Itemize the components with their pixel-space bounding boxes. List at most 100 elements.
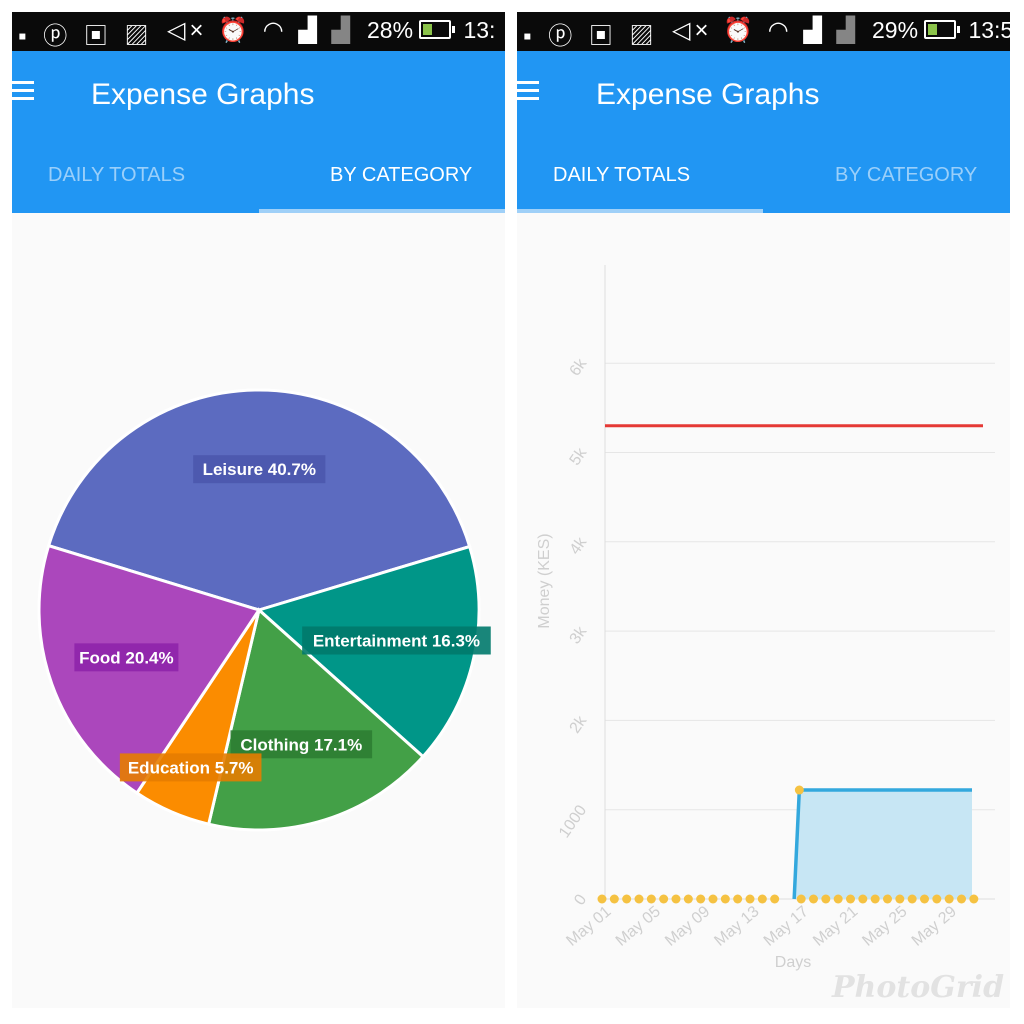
y-tick-label: 5k <box>567 444 591 468</box>
photogrid-watermark: PhotoGrid <box>832 970 1005 1005</box>
status-bar: ▪ ⓟ ▣ ▨ ◁× ⏰ ◠ ▟ ▟ 29% 13:5 <box>517 12 1010 51</box>
y-axis-title: Money (KES) <box>536 533 553 628</box>
data-point <box>944 894 954 904</box>
status-right: 28% 13: <box>367 17 495 44</box>
svg-text:Leisure 40.7%: Leisure 40.7% <box>203 460 316 479</box>
x-tick-label: May 21 <box>810 903 861 950</box>
daily-area-fill <box>794 790 972 899</box>
x-tick-label: May 01 <box>563 903 614 950</box>
tab-daily-totals[interactable]: DAILY TOTALS <box>553 164 690 187</box>
svg-text:Entertainment 16.3%: Entertainment 16.3% <box>313 631 480 650</box>
data-point <box>794 785 804 795</box>
y-tick-label: 6k <box>567 355 591 379</box>
status-bar: ▪ ⓟ ▣ ▨ ◁× ⏰ ◠ ▟ ▟ 28% 13: <box>12 12 505 51</box>
system-icons: ◁× ⏰ ◠ ▟ ▟ <box>672 16 859 45</box>
signal-icon: ▟ <box>803 17 826 44</box>
data-point <box>833 894 843 904</box>
data-point <box>932 894 942 904</box>
data-point <box>634 894 644 904</box>
chat-icon: ▣ <box>83 23 113 50</box>
notification-icons: ▪ ⓟ ▣ ▨ <box>523 16 659 51</box>
y-tick-label: 1000 <box>556 802 590 841</box>
x-tick-label: May 29 <box>909 903 960 950</box>
y-tick-label: 3k <box>567 623 591 647</box>
data-point <box>920 894 929 904</box>
clock: 13:5 <box>968 17 1010 43</box>
svg-text:Food 20.4%: Food 20.4% <box>79 648 173 667</box>
data-point <box>895 894 905 904</box>
app-bar: Expense Graphs DAILY TOTALS BY CATEGORY <box>517 51 1010 213</box>
pie-label-education: Education 5.7% <box>119 753 262 782</box>
x-axis-title: Days <box>775 954 811 971</box>
notification-icons: ▪ ⓟ ▣ ▨ <box>18 16 154 51</box>
x-tick-label: May 17 <box>761 903 812 950</box>
data-point <box>708 894 718 904</box>
data-point <box>796 894 806 904</box>
image-icon: ▨ <box>629 23 659 50</box>
chat-icon: ▣ <box>588 23 618 50</box>
battery-percent: 28% <box>367 17 414 43</box>
clock: 13: <box>463 17 496 43</box>
app-bar: Expense Graphs DAILY TOTALS BY CATEGORY <box>12 51 505 213</box>
x-tick-label: May 25 <box>859 903 910 950</box>
mute-icon: ◁× <box>167 17 208 44</box>
data-point <box>883 894 892 904</box>
menu-icon[interactable] <box>12 81 36 105</box>
svg-text:Education 5.7%: Education 5.7% <box>128 758 254 777</box>
data-point <box>609 894 619 904</box>
pie-label-leisure: Leisure 40.7% <box>193 455 326 484</box>
data-point <box>646 894 656 904</box>
signal-weak-icon: ▟ <box>836 17 859 44</box>
alarm-icon: ⏰ <box>218 17 253 44</box>
menu-icon[interactable] <box>517 81 541 105</box>
alarm-icon: ⏰ <box>723 17 758 44</box>
data-point <box>659 894 669 904</box>
data-point <box>745 894 755 904</box>
status-right: 29% 13:5 <box>872 17 1010 44</box>
data-point <box>809 894 818 904</box>
tab-by-category[interactable]: BY CATEGORY <box>835 164 977 187</box>
right-screenshot: ▪ ⓟ ▣ ▨ ◁× ⏰ ◠ ▟ ▟ 29% 13:5 Expense Grap… <box>517 12 1010 1008</box>
data-point <box>757 894 767 904</box>
y-tick-label: 2k <box>567 712 591 736</box>
line-chart: 010002k3k4k5k6kMoney (KES)May 01May 05Ma… <box>536 265 995 971</box>
data-point <box>671 894 681 904</box>
signal-icon: ▟ <box>298 17 321 44</box>
x-tick-label: May 09 <box>662 903 713 950</box>
data-point <box>733 894 743 904</box>
mute-icon: ◁× <box>672 17 713 44</box>
data-point <box>622 894 632 904</box>
battery-percent: 29% <box>872 17 919 43</box>
data-point <box>969 894 979 904</box>
data-point <box>821 894 831 904</box>
data-point <box>597 894 607 904</box>
page-title: Expense Graphs <box>596 78 820 111</box>
data-point <box>957 894 966 904</box>
wifi-icon: ◠ <box>767 17 793 44</box>
data-point <box>720 894 730 904</box>
y-tick-label: 0 <box>571 891 590 908</box>
wifi-icon: ◠ <box>262 17 288 44</box>
data-point <box>770 894 780 904</box>
y-tick-label: 4k <box>567 534 591 558</box>
image-icon: ▨ <box>124 23 154 50</box>
notification-square-icon: ▪ <box>523 23 537 50</box>
battery-icon <box>924 20 961 39</box>
data-point <box>858 894 868 904</box>
pinterest-icon: ⓟ <box>43 23 73 50</box>
battery-icon <box>419 20 456 39</box>
tab-by-category[interactable]: BY CATEGORY <box>330 164 472 187</box>
tab-daily-totals[interactable]: DAILY TOTALS <box>48 164 185 187</box>
pinterest-icon: ⓟ <box>548 23 578 50</box>
x-tick-label: May 05 <box>613 903 664 950</box>
data-point <box>696 894 706 904</box>
signal-weak-icon: ▟ <box>331 17 354 44</box>
pie-chart: Leisure 40.7% Entertainment 16.3% Clothing… <box>37 388 491 832</box>
pie-label-food: Food 20.4% <box>74 643 179 672</box>
data-point <box>870 894 880 904</box>
svg-text:Clothing 17.1%: Clothing 17.1% <box>240 735 362 754</box>
x-tick-label: May 13 <box>711 903 762 950</box>
page-title: Expense Graphs <box>91 78 315 111</box>
data-point <box>907 894 917 904</box>
system-icons: ◁× ⏰ ◠ ▟ ▟ <box>167 16 354 45</box>
